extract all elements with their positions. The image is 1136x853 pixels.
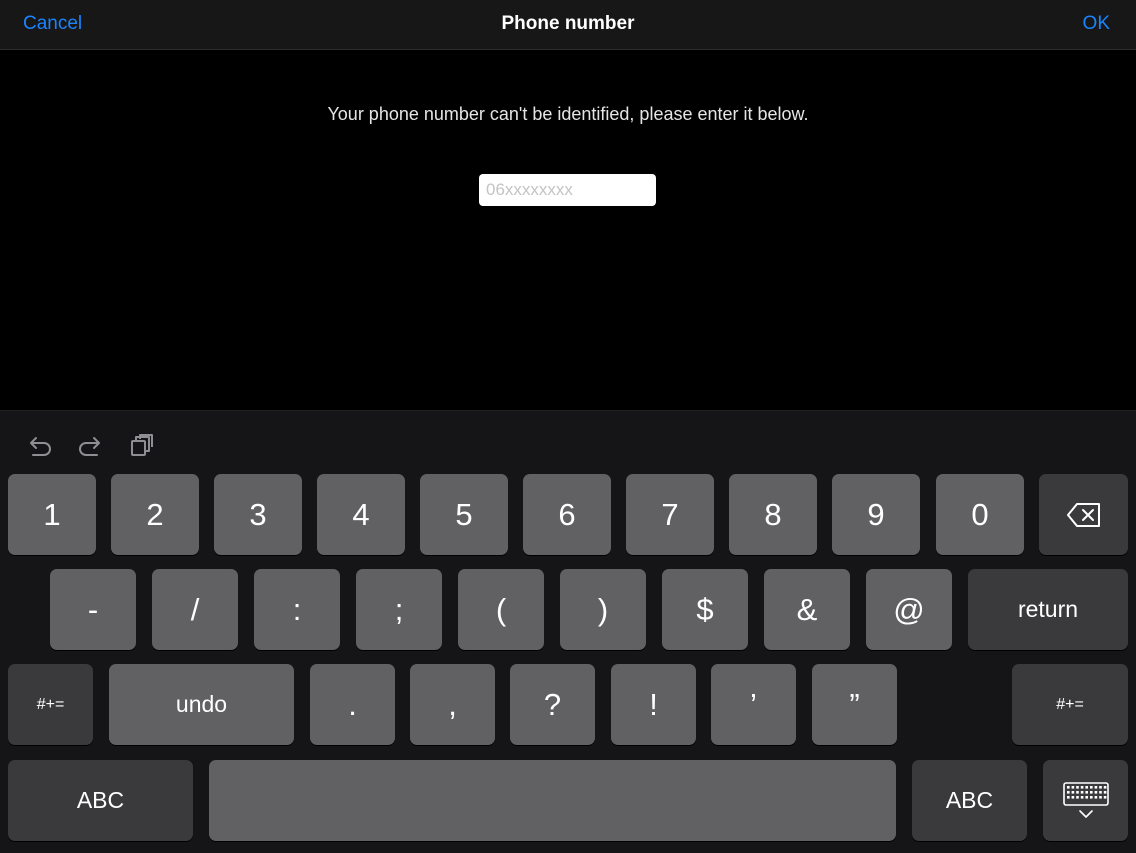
symbols-shift-key-left[interactable]: #+= (8, 664, 93, 745)
key-2[interactable]: 2 (111, 474, 199, 555)
redo-arrow-icon[interactable] (76, 431, 106, 461)
keyboard-dismiss-icon (1062, 781, 1109, 818)
key-quote[interactable]: ” (812, 664, 897, 745)
space-bar[interactable] (209, 760, 896, 841)
key-exclamation[interactable]: ! (611, 664, 696, 745)
backspace-key[interactable] (1039, 474, 1128, 555)
keyboard-dismiss-key[interactable] (1043, 760, 1128, 841)
key-3[interactable]: 3 (214, 474, 302, 555)
abc-key-right[interactable]: ABC (912, 760, 1027, 841)
key-close-paren[interactable]: ) (560, 569, 646, 650)
key-7[interactable]: 7 (626, 474, 714, 555)
key-6[interactable]: 6 (523, 474, 611, 555)
key-9[interactable]: 9 (832, 474, 920, 555)
key-open-paren[interactable]: ( (458, 569, 544, 650)
key-4[interactable]: 4 (317, 474, 405, 555)
ok-button[interactable]: OK (1083, 13, 1110, 35)
undo-key[interactable]: undo (109, 664, 294, 745)
key-8[interactable]: 8 (729, 474, 817, 555)
key-semicolon[interactable]: ; (356, 569, 442, 650)
on-screen-keyboard: 1 2 3 4 5 6 7 8 9 0- /:;() $ & @ return #+= undo.,?!’” #+… (0, 410, 1136, 853)
key-0[interactable]: 0 (936, 474, 1024, 555)
key-5[interactable]: 5 (420, 474, 508, 555)
return-key[interactable]: return (968, 569, 1128, 650)
key-comma[interactable]: , (410, 664, 495, 745)
paste-clipboard-icon[interactable] (127, 431, 157, 461)
key-apostrophe[interactable]: ’ (711, 664, 796, 745)
key-hyphen[interactable]: - (50, 569, 136, 650)
cancel-button[interactable]: Cancel (23, 13, 82, 35)
abc-key-left[interactable]: ABC (8, 760, 193, 841)
symbols-shift-key-right[interactable]: #+= (1012, 664, 1128, 745)
key-question[interactable]: ? (510, 664, 595, 745)
instruction-text: Your phone number can't be identified, p… (327, 104, 809, 124)
key-colon[interactable]: : (254, 569, 340, 650)
phone-number-input[interactable] (479, 174, 656, 206)
key-slash[interactable]: / (152, 569, 238, 650)
navigation-bar: Cancel Phone number OK (0, 0, 1136, 50)
page-title: Phone number (501, 13, 635, 34)
key-at[interactable]: @ (866, 569, 952, 650)
backspace-icon (1066, 502, 1100, 527)
key-dollar[interactable]: $ (662, 569, 748, 650)
key-ampersand[interactable]: & (764, 569, 850, 650)
undo-arrow-icon[interactable] (24, 431, 54, 461)
key-1[interactable]: 1 (8, 474, 96, 555)
key-period[interactable]: . (310, 664, 395, 745)
